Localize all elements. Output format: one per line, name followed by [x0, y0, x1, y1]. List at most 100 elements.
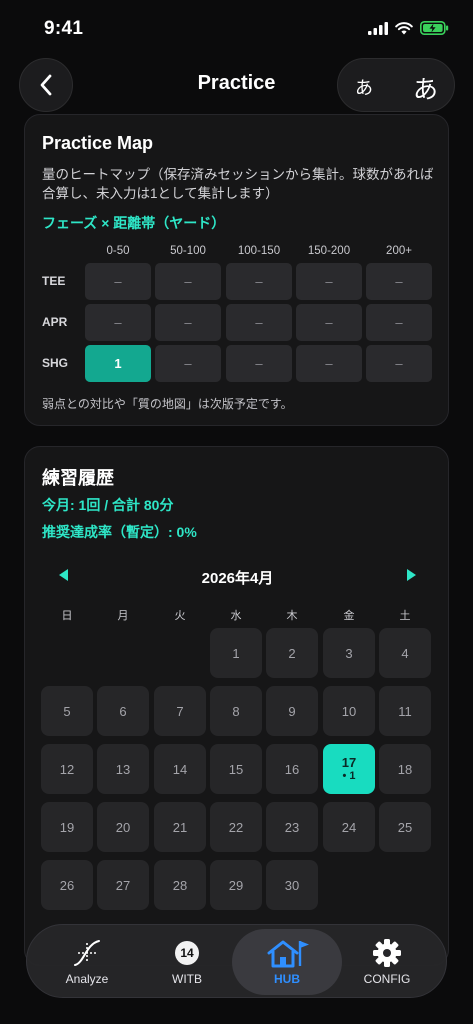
heatmap-cell[interactable]: –	[366, 304, 432, 341]
achievement-rate: 推奨達成率（暫定）: 0%	[42, 524, 197, 540]
practice-map-subtitle: フェーズ × 距離帯（ヤード）	[42, 215, 226, 231]
calendar-day[interactable]: 23	[266, 802, 318, 852]
calendar-weekday: 日	[61, 610, 73, 622]
status-icons	[368, 21, 449, 35]
heatmap-cell[interactable]: 1	[85, 345, 151, 382]
calendar-day[interactable]: 16	[266, 744, 318, 794]
calendar-day[interactable]: 13	[97, 744, 149, 794]
calendar-day[interactable]: 18	[379, 744, 431, 794]
heatmap-column-header: 100-150	[237, 245, 281, 257]
nav-bar: Practice あ あ	[0, 56, 473, 112]
calendar-weekday: 月	[117, 610, 129, 622]
calendar-day[interactable]: 6	[97, 686, 149, 736]
calendar-day-number: 20	[115, 819, 131, 835]
calendar-day[interactable]: 20	[97, 802, 149, 852]
calendar-day-number: 29	[228, 877, 244, 893]
calendar-day-number: 19	[59, 819, 75, 835]
heatmap-cell[interactable]: –	[155, 345, 221, 382]
calendar-day[interactable]: 27	[97, 860, 149, 910]
calendar-day[interactable]: 30	[266, 860, 318, 910]
font-size-large-button[interactable]: あ	[413, 70, 438, 106]
calendar-day-number: 18	[397, 761, 413, 777]
calendar-weekday: 木	[286, 610, 298, 622]
calendar-day-today[interactable]: 17 • 1	[323, 744, 375, 794]
calendar-day[interactable]: 29	[210, 860, 262, 910]
tab-bar: Analyze 14 WITB HUB CONFIG	[26, 924, 447, 998]
calendar-day-number: 8	[232, 703, 240, 719]
calendar-day-number: 4	[401, 645, 409, 661]
calendar-weekday: 水	[230, 610, 242, 622]
calendar-day[interactable]: 12	[41, 744, 93, 794]
calendar-day-number: 28	[172, 877, 188, 893]
tab-analyze[interactable]: Analyze	[37, 925, 137, 999]
calendar-day-number: 24	[341, 819, 357, 835]
calendar-day[interactable]: 28	[154, 860, 206, 910]
calendar-day-number: 15	[228, 761, 244, 777]
calendar-day[interactable]: 7	[154, 686, 206, 736]
font-size-toggle: あ あ	[337, 58, 455, 112]
calendar-day[interactable]: 11	[379, 686, 431, 736]
calendar-day[interactable]: 1	[210, 628, 262, 678]
practice-history-title: 練習履歴	[42, 468, 114, 488]
heatmap-row-label: SHG	[42, 356, 69, 370]
calendar-day-number: 16	[284, 761, 300, 777]
calendar-day[interactable]: 15	[210, 744, 262, 794]
next-month-icon[interactable]	[403, 567, 419, 583]
calendar-day[interactable]: 26	[41, 860, 93, 910]
heatmap-cell[interactable]: –	[366, 345, 432, 382]
tab-config-label: CONFIG	[363, 972, 411, 986]
calendar-day[interactable]: 5	[41, 686, 93, 736]
heatmap-cell[interactable]: –	[226, 304, 292, 341]
heatmap-cell[interactable]: –	[226, 263, 292, 300]
heatmap-cell[interactable]: –	[85, 304, 151, 341]
calendar-day-number: 2	[288, 645, 296, 661]
calendar-day[interactable]: 8	[210, 686, 262, 736]
calendar-day[interactable]: 14	[154, 744, 206, 794]
heatmap-cell[interactable]: –	[155, 263, 221, 300]
heatmap-cell[interactable]: –	[85, 263, 151, 300]
tab-config[interactable]: CONFIG	[337, 925, 437, 999]
tab-witb[interactable]: 14 WITB	[137, 925, 237, 999]
calendar-day-number: 6	[119, 703, 127, 719]
calendar-day[interactable]: 10	[323, 686, 375, 736]
heatmap-row-label: TEE	[42, 274, 66, 288]
calendar-day[interactable]: 22	[210, 802, 262, 852]
heatmap-cell[interactable]: –	[366, 263, 432, 300]
calendar-day[interactable]: 21	[154, 802, 206, 852]
calendar-day[interactable]: 24	[323, 802, 375, 852]
witb-badge-icon: 14	[175, 941, 199, 965]
calendar-day[interactable]: 19	[41, 802, 93, 852]
analyze-curve-icon	[74, 940, 100, 966]
heatmap-cell[interactable]: –	[155, 304, 221, 341]
heatmap-cell[interactable]: –	[296, 345, 362, 382]
calendar-day-number: 22	[228, 819, 244, 835]
signal-icon	[368, 21, 388, 35]
heatmap-cell[interactable]: –	[296, 304, 362, 341]
session-count-marker: • 1	[342, 770, 356, 782]
tab-hub[interactable]: HUB	[232, 929, 342, 995]
calendar-day-number: 3	[345, 645, 353, 661]
calendar-day-number: 11	[398, 703, 412, 719]
heatmap-cell[interactable]: –	[226, 345, 292, 382]
calendar-day-number: 5	[63, 703, 71, 719]
heatmap-row-label: APR	[42, 315, 68, 329]
gear-icon	[373, 939, 401, 967]
practice-map-description: 量のヒートマップ（保存済みセッションから集計。球数があれば合算し、未入力は1とし…	[42, 167, 434, 201]
calendar-day-number: 27	[115, 877, 131, 893]
calendar-weekday: 金	[343, 610, 355, 622]
calendar-day[interactable]: 3	[323, 628, 375, 678]
practice-map-title: Practice Map	[42, 133, 154, 153]
tab-analyze-label: Analyze	[65, 972, 109, 986]
calendar-day-number: 1	[232, 645, 240, 661]
calendar-day[interactable]: 4	[379, 628, 431, 678]
status-bar: 9:41	[0, 0, 473, 56]
calendar-day-number: 17	[341, 755, 357, 770]
heatmap-column-header: 200+	[386, 245, 412, 257]
calendar-day[interactable]: 9	[266, 686, 318, 736]
heatmap-cell[interactable]: –	[296, 263, 362, 300]
font-size-small-button[interactable]: あ	[355, 74, 373, 100]
heatmap-column-header: 0-50	[106, 245, 130, 257]
calendar-day[interactable]: 25	[379, 802, 431, 852]
calendar-day-number: 13	[115, 761, 131, 777]
calendar-day[interactable]: 2	[266, 628, 318, 678]
